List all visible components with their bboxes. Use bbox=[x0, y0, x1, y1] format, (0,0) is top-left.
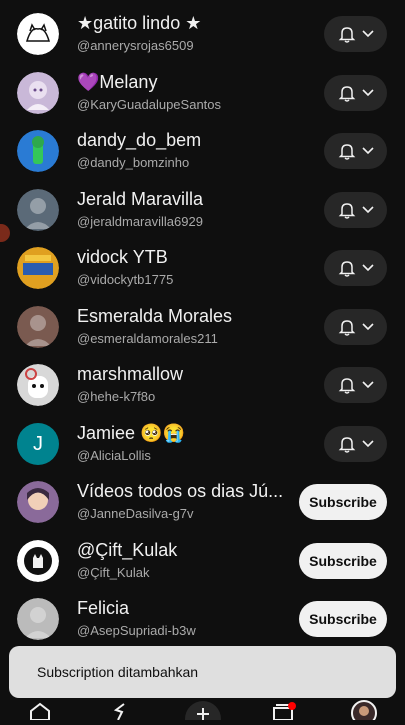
channel-handle: @AliciaLollis bbox=[77, 448, 151, 463]
chevron-down-icon bbox=[361, 89, 374, 97]
bell-icon bbox=[338, 320, 355, 336]
channel-handle: @KaryGuadalupeSantos bbox=[77, 97, 222, 112]
channel-handle: @dandy_bomzinho bbox=[77, 155, 190, 170]
channel-row[interactable]: vidock YTB @vidockytb1775 bbox=[0, 239, 405, 297]
profile-avatar-icon[interactable] bbox=[351, 700, 377, 725]
chevron-down-icon bbox=[361, 381, 374, 389]
bottom-navigation bbox=[0, 698, 405, 725]
chevron-down-icon bbox=[361, 206, 374, 214]
anime-girl-icon bbox=[17, 72, 59, 114]
channel-avatar[interactable] bbox=[17, 247, 59, 289]
marshmallow-icon bbox=[17, 364, 59, 406]
bell-icon bbox=[338, 86, 355, 102]
channel-name[interactable]: Vídeos todos os dias Jú... bbox=[77, 481, 287, 502]
bell-icon bbox=[338, 378, 355, 394]
channel-name[interactable]: Jerald Maravilla bbox=[77, 189, 287, 210]
notification-badge bbox=[288, 702, 296, 710]
channel-row[interactable]: J Jamiee 🥺😭 @AliciaLollis bbox=[0, 415, 405, 473]
channel-handle: @jeraldmaravilla6929 bbox=[77, 214, 203, 229]
channel-handle: @AsepSupriadi-b3w bbox=[77, 623, 196, 638]
cat-silhouette-icon bbox=[17, 540, 59, 582]
channel-handle: @hehe-k7f8o bbox=[77, 389, 156, 404]
subscriptions-icon[interactable] bbox=[271, 702, 296, 725]
channel-name[interactable]: vidock YTB bbox=[77, 247, 287, 268]
channel-handle: @JanneDasilva-g7v bbox=[77, 506, 194, 521]
channel-row[interactable]: Vídeos todos os dias Jú... @JanneDasilva-… bbox=[0, 473, 405, 531]
create-icon[interactable] bbox=[184, 700, 222, 725]
channel-name[interactable]: ★gatito lindo ★ bbox=[77, 13, 287, 34]
notification-settings-button[interactable] bbox=[324, 133, 387, 169]
notification-settings-button[interactable] bbox=[324, 75, 387, 111]
channel-avatar[interactable] bbox=[17, 130, 59, 172]
channel-avatar[interactable] bbox=[17, 306, 59, 348]
anime-character-icon bbox=[17, 481, 59, 523]
chevron-down-icon bbox=[361, 147, 374, 155]
channel-name[interactable]: Felicia bbox=[77, 598, 287, 619]
channel-name[interactable]: Jamiee 🥺😭 bbox=[77, 423, 287, 444]
channel-avatar[interactable] bbox=[17, 13, 59, 55]
channel-name[interactable]: dandy_do_bem bbox=[77, 130, 287, 151]
game-logo-icon bbox=[17, 247, 59, 289]
channel-name[interactable]: 💜Melany bbox=[77, 72, 287, 93]
channel-avatar[interactable]: J bbox=[17, 423, 59, 465]
notification-settings-button[interactable] bbox=[324, 192, 387, 228]
avatar-letter: J bbox=[33, 432, 43, 455]
channel-row[interactable]: Jerald Maravilla @jeraldmaravilla6929 bbox=[0, 181, 405, 239]
home-icon[interactable] bbox=[28, 702, 52, 725]
subscribe-button[interactable]: Subscribe bbox=[299, 543, 387, 579]
subscribe-button[interactable]: Subscribe bbox=[299, 601, 387, 637]
person-photo-icon bbox=[17, 598, 59, 640]
channel-row[interactable]: marshmallow @hehe-k7f8o bbox=[0, 356, 405, 414]
person-photo-icon bbox=[17, 306, 59, 348]
person-photo-icon bbox=[17, 189, 59, 231]
channel-name[interactable]: @Çift_Kulak bbox=[77, 540, 287, 561]
chevron-down-icon bbox=[361, 440, 374, 448]
channel-row[interactable]: ★gatito lindo ★ @annerysrojas6509 bbox=[0, 5, 405, 63]
channel-avatar[interactable] bbox=[17, 364, 59, 406]
chevron-down-icon bbox=[361, 30, 374, 38]
channel-row[interactable]: 💜Melany @KaryGuadalupeSantos bbox=[0, 64, 405, 122]
channel-avatar[interactable] bbox=[17, 189, 59, 231]
snackbar-toast: Subscription ditambahkan bbox=[9, 646, 396, 698]
channel-avatar[interactable] bbox=[17, 598, 59, 640]
channel-avatar[interactable] bbox=[17, 72, 59, 114]
toast-text: Subscription ditambahkan bbox=[37, 664, 199, 680]
notification-settings-button[interactable] bbox=[324, 16, 387, 52]
bell-icon bbox=[338, 144, 355, 160]
chevron-down-icon bbox=[361, 264, 374, 272]
channel-handle: @annerysrojas6509 bbox=[77, 38, 194, 53]
channel-row[interactable]: @Çift_Kulak @Çift_Kulak Subscribe bbox=[0, 532, 405, 590]
channel-row[interactable]: dandy_do_bem @dandy_bomzinho bbox=[0, 122, 405, 180]
channel-row[interactable]: Esmeralda Morales @esmeraldamorales211 bbox=[0, 298, 405, 356]
subscribe-button[interactable]: Subscribe bbox=[299, 484, 387, 520]
channel-avatar[interactable] bbox=[17, 540, 59, 582]
notification-settings-button[interactable] bbox=[324, 367, 387, 403]
channel-avatar[interactable] bbox=[17, 481, 59, 523]
cat-drawing-icon bbox=[17, 13, 59, 55]
chevron-down-icon bbox=[361, 323, 374, 331]
channel-handle: @vidockytb1775 bbox=[77, 272, 174, 287]
bell-icon bbox=[338, 27, 355, 43]
channel-handle: @esmeraldamorales211 bbox=[77, 331, 218, 346]
channel-name[interactable]: marshmallow bbox=[77, 364, 287, 385]
notification-settings-button[interactable] bbox=[324, 309, 387, 345]
channel-name[interactable]: Esmeralda Morales bbox=[77, 306, 287, 327]
bell-icon bbox=[338, 437, 355, 453]
shorts-icon[interactable] bbox=[110, 702, 134, 725]
bell-icon bbox=[338, 261, 355, 277]
bell-icon bbox=[338, 203, 355, 219]
green-character-icon bbox=[17, 130, 59, 172]
channel-row[interactable]: Felicia @AsepSupriadi-b3w Subscribe bbox=[0, 590, 405, 648]
notification-settings-button[interactable] bbox=[324, 426, 387, 462]
notification-settings-button[interactable] bbox=[324, 250, 387, 286]
channel-handle: @Çift_Kulak bbox=[77, 565, 150, 580]
